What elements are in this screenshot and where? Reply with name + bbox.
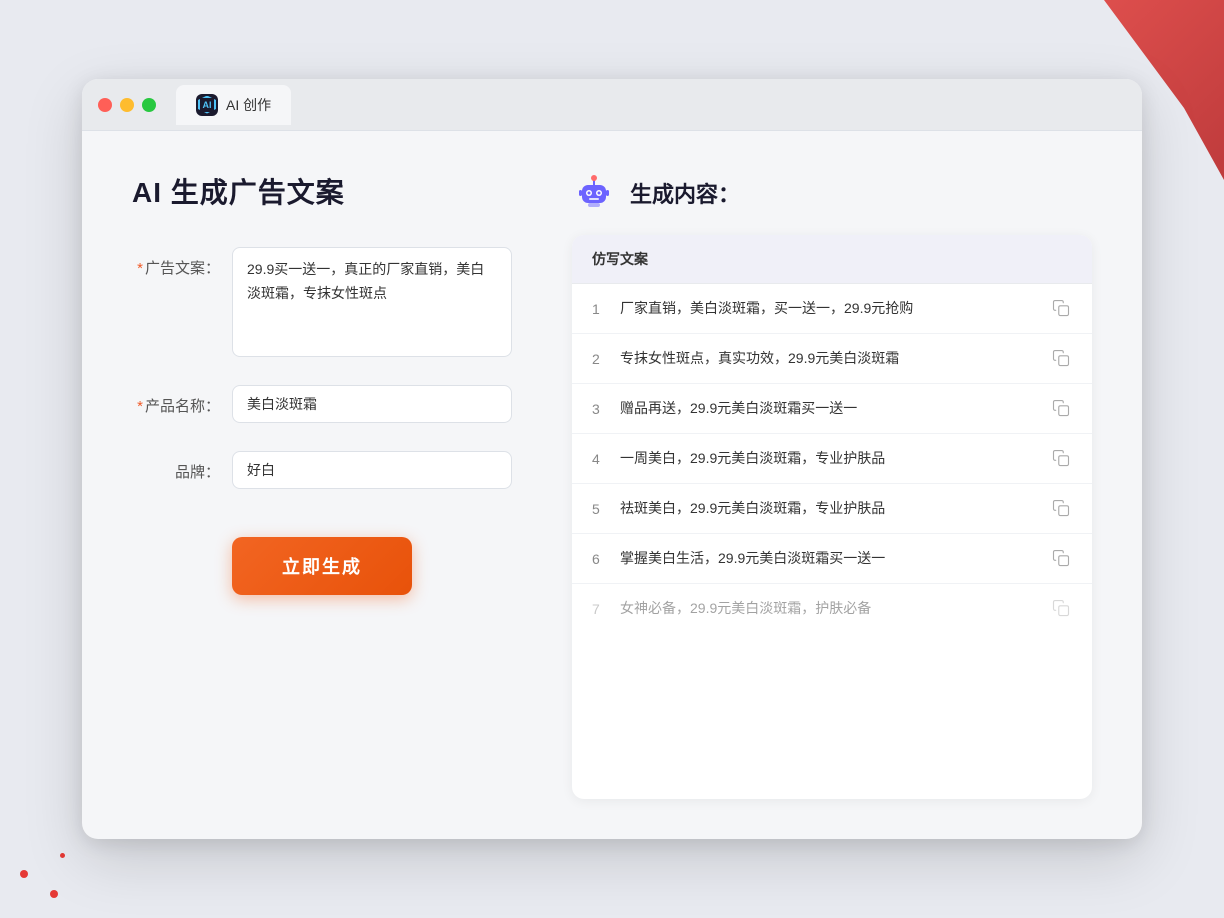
brand-input[interactable]: 好白 [232,451,512,489]
copy-icon[interactable] [1052,349,1072,369]
results-container: 仿写文案 1厂家直销，美白淡斑霜，买一送一，29.9元抢购2专抹女性斑点，真实功… [572,235,1092,799]
copy-icon[interactable] [1052,449,1072,469]
required-star-product: * [137,398,143,415]
tab-icon: AI [196,94,218,116]
result-number: 1 [592,301,620,317]
tab-label: AI 创作 [226,95,271,115]
result-text: 祛斑美白，29.9元美白淡斑霜，专业护肤品 [620,498,1052,519]
result-item: 4一周美白，29.9元美白淡斑霜，专业护肤品 [572,434,1092,484]
window-controls [98,98,156,112]
result-item: 3赠品再送，29.9元美白淡斑霜买一送一 [572,384,1092,434]
right-panel: 生成内容： 仿写文案 1厂家直销，美白淡斑霜，买一送一，29.9元抢购2专抹女性… [572,171,1092,799]
copy-icon[interactable] [1052,599,1072,619]
copy-icon[interactable] [1052,549,1072,569]
result-text: 专抹女性斑点，真实功效，29.9元美白淡斑霜 [620,348,1052,369]
result-item: 5祛斑美白，29.9元美白淡斑霜，专业护肤品 [572,484,1092,534]
result-number: 2 [592,351,620,367]
brand-group: 品牌： 好白 [132,451,512,489]
robot-icon [572,171,616,215]
result-text: 一周美白，29.9元美白淡斑霜，专业护肤品 [620,448,1052,469]
ad-copy-label: *广告文案： [132,247,232,278]
right-header: 生成内容： [572,171,1092,215]
main-content: AI 生成广告文案 *广告文案： 29.9买一送一，真正的厂家直销，美白淡斑霜，… [82,131,1142,839]
ad-copy-input[interactable]: 29.9买一送一，真正的厂家直销，美白淡斑霜，专抹女性斑点 [232,247,512,357]
generate-button[interactable]: 立即生成 [232,537,412,595]
product-name-label: *产品名称： [132,385,232,416]
result-number: 6 [592,551,620,567]
result-text: 女神必备，29.9元美白淡斑霜，护肤必备 [620,598,1052,619]
copy-icon[interactable] [1052,399,1072,419]
result-item: 6掌握美白生活，29.9元美白淡斑霜买一送一 [572,534,1092,584]
page-title: AI 生成广告文案 [132,171,512,211]
brand-label: 品牌： [132,451,232,482]
right-title: 生成内容： [630,177,740,209]
ad-copy-group: *广告文案： 29.9买一送一，真正的厂家直销，美白淡斑霜，专抹女性斑点 [132,247,512,357]
result-number: 4 [592,451,620,467]
title-bar: AI AI 创作 [82,79,1142,131]
browser-window: AI AI 创作 AI 生成广告文案 *广告文案： 29.9买一送一，真正的厂家… [82,79,1142,839]
required-star-ad: * [137,260,143,277]
result-text: 掌握美白生活，29.9元美白淡斑霜买一送一 [620,548,1052,569]
result-number: 7 [592,601,620,617]
copy-icon[interactable] [1052,499,1072,519]
active-tab[interactable]: AI AI 创作 [176,85,291,125]
copy-icon[interactable] [1052,299,1072,319]
left-panel: AI 生成广告文案 *广告文案： 29.9买一送一，真正的厂家直销，美白淡斑霜，… [132,171,512,799]
product-name-group: *产品名称： 美白淡斑霜 [132,385,512,423]
maximize-button[interactable] [142,98,156,112]
product-name-input[interactable]: 美白淡斑霜 [232,385,512,423]
results-list: 1厂家直销，美白淡斑霜，买一送一，29.9元抢购2专抹女性斑点，真实功效，29.… [572,284,1092,633]
result-item: 1厂家直销，美白淡斑霜，买一送一，29.9元抢购 [572,284,1092,334]
result-number: 3 [592,401,620,417]
results-header: 仿写文案 [572,235,1092,284]
minimize-button[interactable] [120,98,134,112]
result-item: 2专抹女性斑点，真实功效，29.9元美白淡斑霜 [572,334,1092,384]
result-text: 赠品再送，29.9元美白淡斑霜买一送一 [620,398,1052,419]
result-item: 7女神必备，29.9元美白淡斑霜，护肤必备 [572,584,1092,633]
close-button[interactable] [98,98,112,112]
bg-decoration-bottom-left [0,838,120,918]
result-number: 5 [592,501,620,517]
result-text: 厂家直销，美白淡斑霜，买一送一，29.9元抢购 [620,298,1052,319]
